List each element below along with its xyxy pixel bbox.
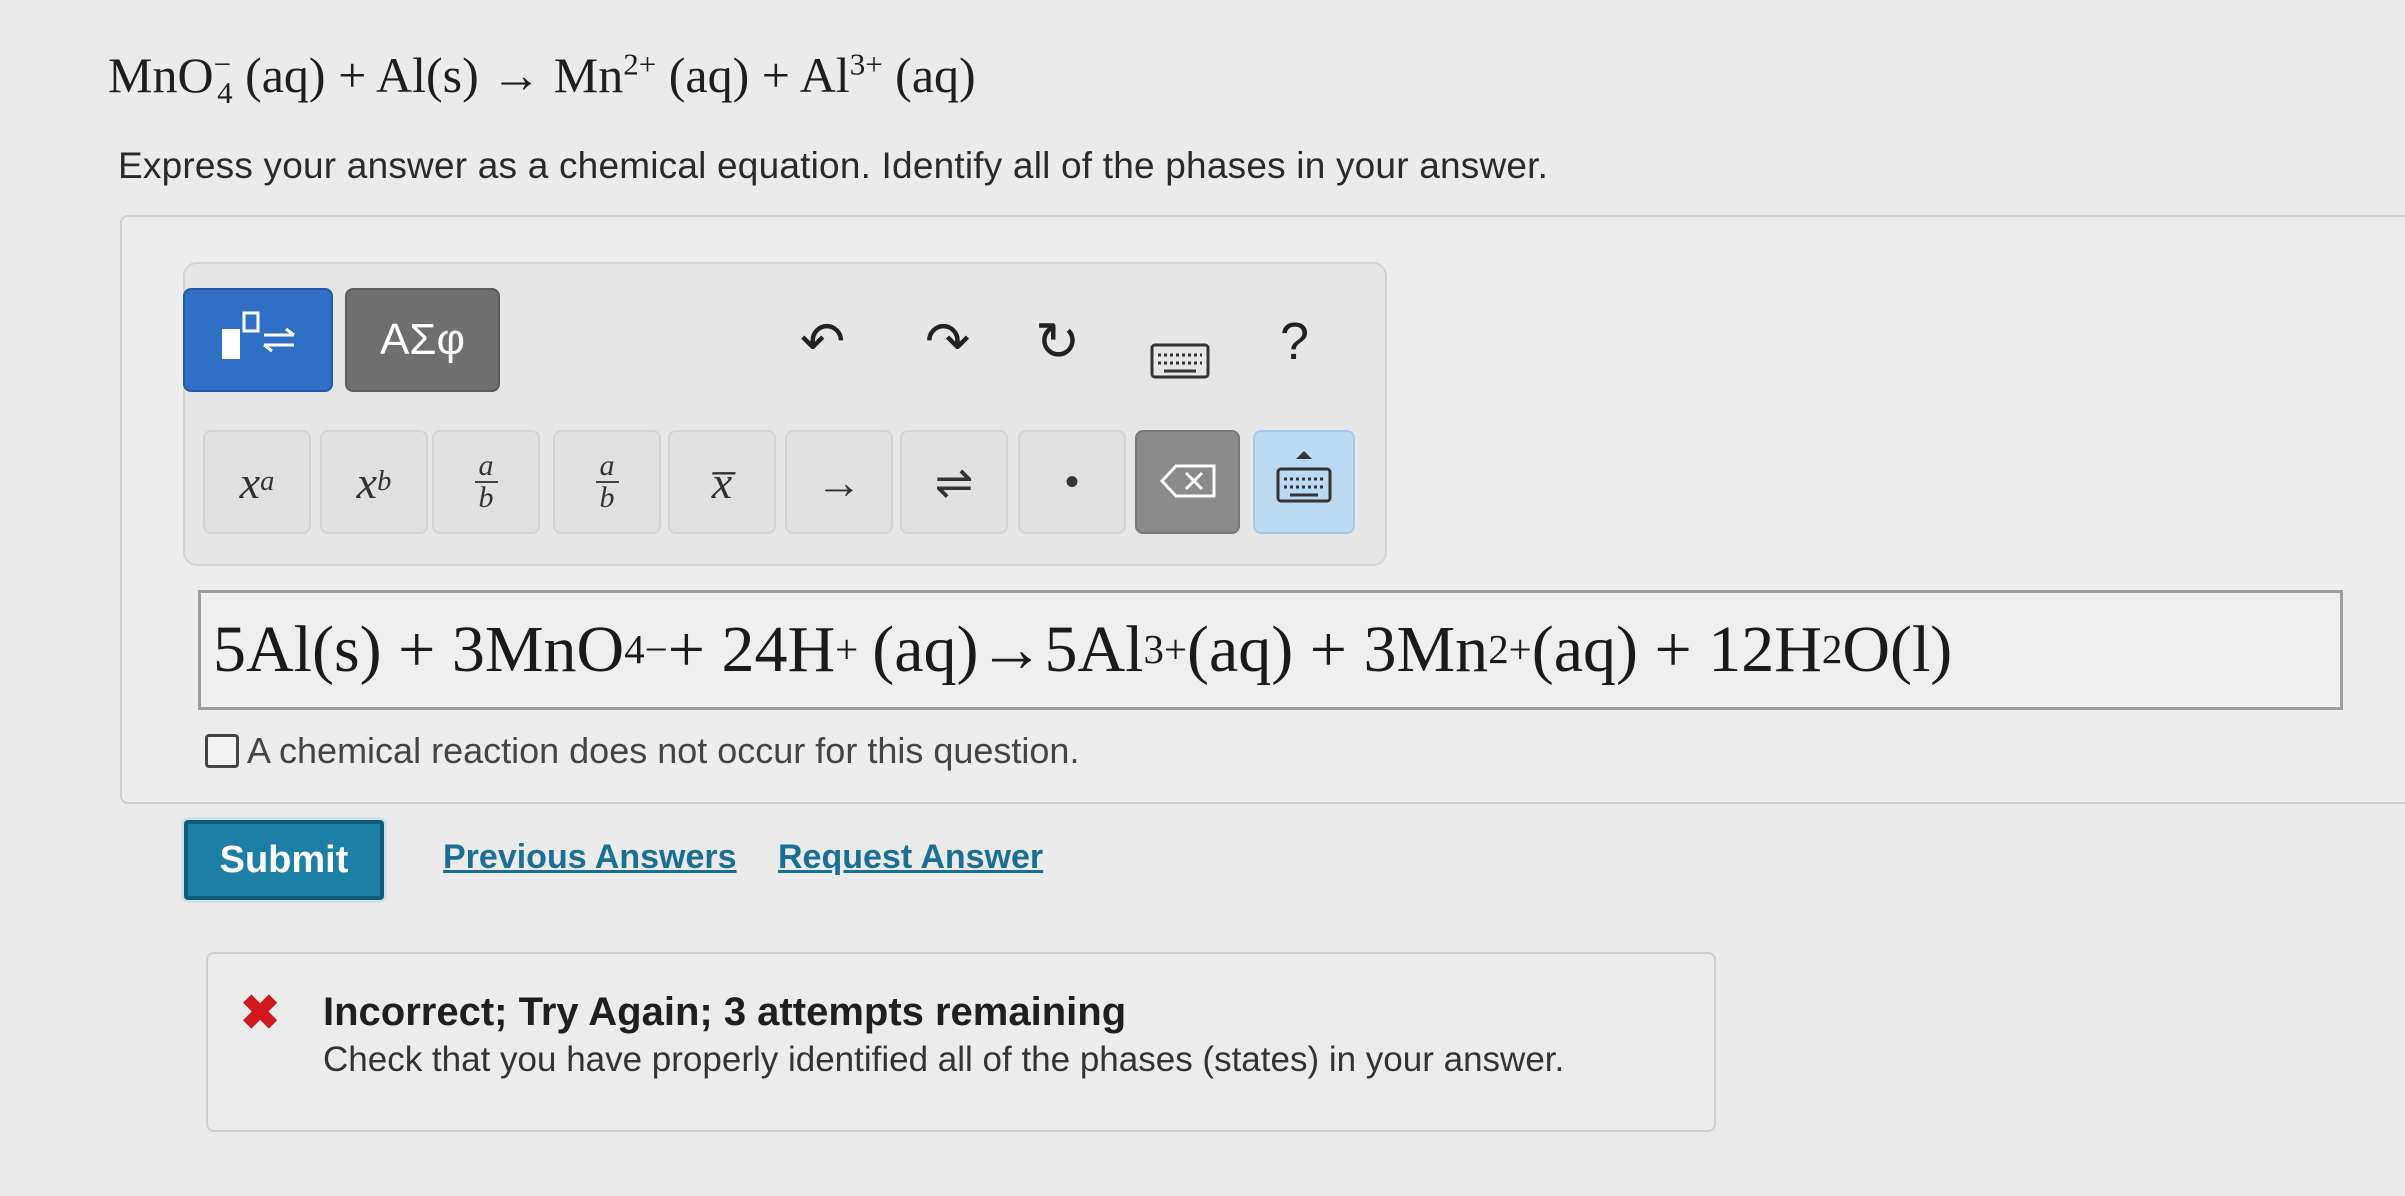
equilibrium-arrow-key[interactable]: ⇌ xyxy=(900,430,1008,534)
backspace-icon xyxy=(1159,455,1216,509)
no-reaction-label: A chemical reaction does not occur for t… xyxy=(247,730,1080,771)
feedback-title: Incorrect; Try Again; 3 attempts remaini… xyxy=(323,990,1127,1034)
no-reaction-option[interactable]: A chemical reaction does not occur for t… xyxy=(205,730,1079,772)
reactant-permanganate: MnO−4 xyxy=(108,46,233,110)
backspace-key[interactable] xyxy=(1135,430,1240,534)
answer-input[interactable]: 5Al(s) + 3MnO 4− + 24H + (aq)→5Al 3+ (aq) + 3… xyxy=(198,590,2343,710)
incorrect-icon: ✖ xyxy=(240,987,281,1040)
keyboard-icon xyxy=(1275,449,1333,516)
dot-key[interactable]: • xyxy=(1018,430,1126,534)
previous-answers-link[interactable]: Previous Answers xyxy=(443,838,737,877)
keyboard-shortcuts-icon[interactable] xyxy=(1150,330,1210,392)
submit-button[interactable]: Submit xyxy=(184,820,384,900)
redo-icon[interactable]: ↷ xyxy=(925,310,970,373)
product-aluminum: Al3+ xyxy=(799,46,883,103)
undo-icon[interactable]: ↶ xyxy=(800,310,845,373)
greek-letters-button[interactable]: ΑΣφ xyxy=(345,288,500,392)
reset-icon[interactable]: ↻ xyxy=(1035,310,1080,373)
no-reaction-checkbox[interactable] xyxy=(205,734,239,768)
templates-icon xyxy=(218,307,298,373)
question-equation: MnO−4 (aq) + Al(s) → Mn2+ (aq) + Al3+ (a… xyxy=(108,46,976,110)
request-answer-link[interactable]: Request Answer xyxy=(778,838,1043,877)
fraction-key[interactable]: ab xyxy=(553,430,661,534)
overbar-key[interactable]: x̅ xyxy=(668,430,776,534)
instructions-text: Express your answer as a chemical equati… xyxy=(118,145,1549,186)
templates-button[interactable] xyxy=(183,288,333,392)
feedback-detail: Check that you have properly identified … xyxy=(323,1040,1565,1079)
reaction-arrow-key[interactable]: → xyxy=(785,430,893,534)
small-fraction-key[interactable]: ab xyxy=(432,430,540,534)
superscript-key[interactable]: xa xyxy=(203,430,311,534)
virtual-keyboard-key[interactable] xyxy=(1253,430,1355,534)
help-button[interactable]: ? xyxy=(1280,312,1309,372)
subscript-key[interactable]: xb xyxy=(320,430,428,534)
product-manganese: Mn2+ xyxy=(553,46,657,103)
